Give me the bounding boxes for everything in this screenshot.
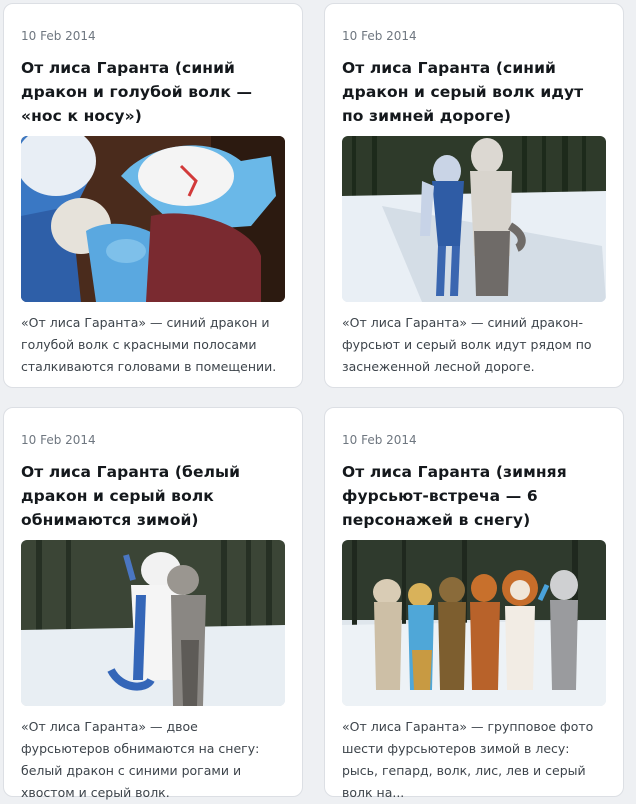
post-description: «От лиса Гаранта» — групповое фото шести… bbox=[342, 719, 594, 800]
post-card[interactable]: 10 Feb 2014 От лиса Гаранта (синий драко… bbox=[3, 3, 303, 388]
post-title[interactable]: От лиса Гаранта (синий дракон и серый во… bbox=[342, 56, 606, 128]
posts-grid: 10 Feb 2014 От лиса Гаранта (синий драко… bbox=[0, 0, 636, 800]
post-date: 10 Feb 2014 bbox=[21, 433, 96, 447]
post-description: «От лиса Гаранта» — двое фурсьютеров обн… bbox=[21, 719, 260, 800]
post-card[interactable]: 10 Feb 2014 От лиса Гаранта (зимняя фурс… bbox=[324, 407, 624, 800]
post-photo[interactable] bbox=[21, 540, 285, 706]
post-description: «От лиса Гаранта» — синий дракон и голуб… bbox=[21, 315, 277, 374]
post-photo[interactable] bbox=[21, 136, 285, 302]
post-title[interactable]: От лиса Гаранта (синий дракон и голубой … bbox=[21, 56, 285, 128]
post-date: 10 Feb 2014 bbox=[342, 433, 417, 447]
post-card[interactable]: 10 Feb 2014 От лиса Гаранта (белый драко… bbox=[3, 407, 303, 800]
post-date: 10 Feb 2014 bbox=[342, 29, 417, 43]
post-photo[interactable] bbox=[342, 540, 606, 706]
post-description: «От лиса Гаранта» — синий дракон-фурсьют… bbox=[342, 315, 592, 374]
post-card[interactable]: 10 Feb 2014 От лиса Гаранта (синий драко… bbox=[324, 3, 624, 388]
post-title[interactable]: От лиса Гаранта (зимняя фурсьют-встреча … bbox=[342, 460, 606, 532]
post-title[interactable]: От лиса Гаранта (белый дракон и серый во… bbox=[21, 460, 285, 532]
post-photo[interactable] bbox=[342, 136, 606, 302]
post-date: 10 Feb 2014 bbox=[21, 29, 96, 43]
